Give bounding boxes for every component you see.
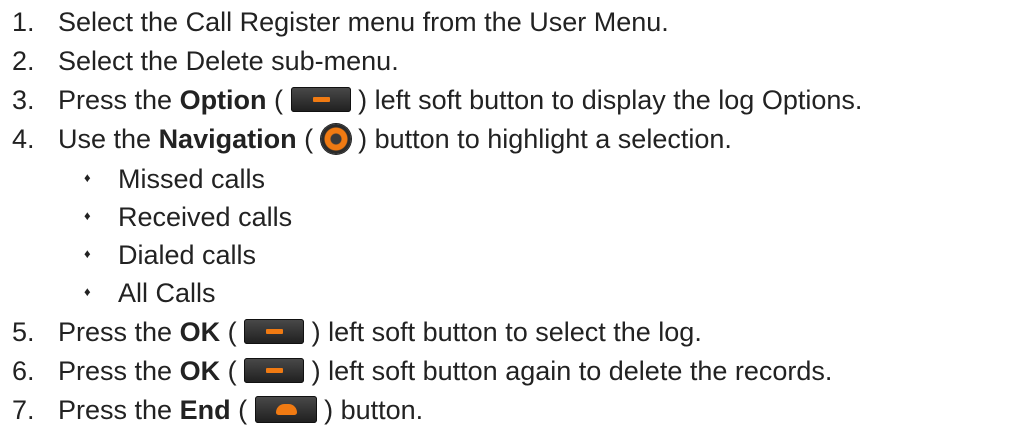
list-item-label: Missed calls	[118, 164, 266, 194]
bullet-icon: ♦	[84, 207, 91, 223]
step-3: 3. Press the Option ( ) left soft button …	[12, 82, 862, 118]
ok-soft-button-icon	[244, 319, 305, 345]
step-6: 6. Press the OK ( ) left soft button agai…	[12, 353, 832, 389]
ok-soft-button-icon	[244, 358, 305, 384]
button-name: Navigation	[158, 124, 297, 154]
step-text: Select the Delete sub-menu.	[58, 46, 399, 76]
step-number: 3.	[12, 85, 35, 115]
open-paren: (	[220, 356, 237, 386]
option-soft-button-icon	[290, 87, 351, 113]
step-text-pre: Use the	[58, 124, 159, 154]
step-text-pre: Press the	[58, 317, 180, 347]
button-name: Option	[179, 85, 267, 115]
step-text-after: ) left soft button to select the log.	[311, 317, 702, 347]
open-paren: (	[230, 395, 248, 425]
list-item: ♦ Received calls	[84, 199, 292, 235]
list-item: ♦ All Calls	[84, 275, 216, 311]
step-text: Select the Call Register menu from the U…	[58, 7, 669, 37]
step-2: 2. Select the Delete sub-menu.	[12, 43, 399, 79]
step-number: 4.	[12, 124, 35, 154]
step-number: 5.	[12, 317, 35, 347]
step-1: 1. Select the Call Register menu from the…	[12, 4, 669, 40]
step-text-after: ) button.	[324, 395, 424, 425]
step-number: 1.	[12, 7, 35, 37]
instructions-page: 1. Select the Call Register menu from the…	[0, 0, 1029, 439]
step-text-after: ) left soft button to display the log Op…	[358, 85, 863, 115]
button-name: OK	[179, 317, 221, 347]
button-name: End	[179, 395, 231, 425]
step-text-after: ) button to highlight a selection.	[358, 124, 732, 154]
step-7: 7. Press the End ( ) button.	[12, 392, 423, 428]
list-item: ♦ Dialed calls	[84, 237, 256, 273]
step-4: 4. Use the Navigation ( ) button to highl…	[12, 121, 732, 157]
open-paren: (	[296, 124, 314, 154]
list-item-label: Dialed calls	[118, 240, 257, 270]
bullet-icon: ♦	[84, 169, 91, 185]
step-5: 5. Press the OK ( ) left soft button to s…	[12, 314, 702, 350]
list-item-label: Received calls	[118, 202, 293, 232]
step-text-pre: Press the	[58, 356, 180, 386]
open-paren: (	[266, 85, 284, 115]
button-name: OK	[179, 356, 221, 386]
step-text-pre: Press the	[58, 395, 180, 425]
end-button-icon	[254, 396, 317, 424]
step-number: 7.	[12, 395, 35, 425]
step-text-after: ) left soft button again to delete the r…	[311, 356, 833, 386]
list-item: ♦ Missed calls	[84, 161, 265, 197]
navigation-button-icon	[320, 123, 351, 154]
step-number: 2.	[12, 46, 35, 76]
open-paren: (	[220, 317, 237, 347]
bullet-icon: ♦	[84, 283, 91, 299]
step-text-pre: Press the	[58, 85, 180, 115]
list-item-label: All Calls	[118, 278, 216, 308]
step-number: 6.	[12, 356, 35, 386]
bullet-icon: ♦	[84, 245, 91, 261]
